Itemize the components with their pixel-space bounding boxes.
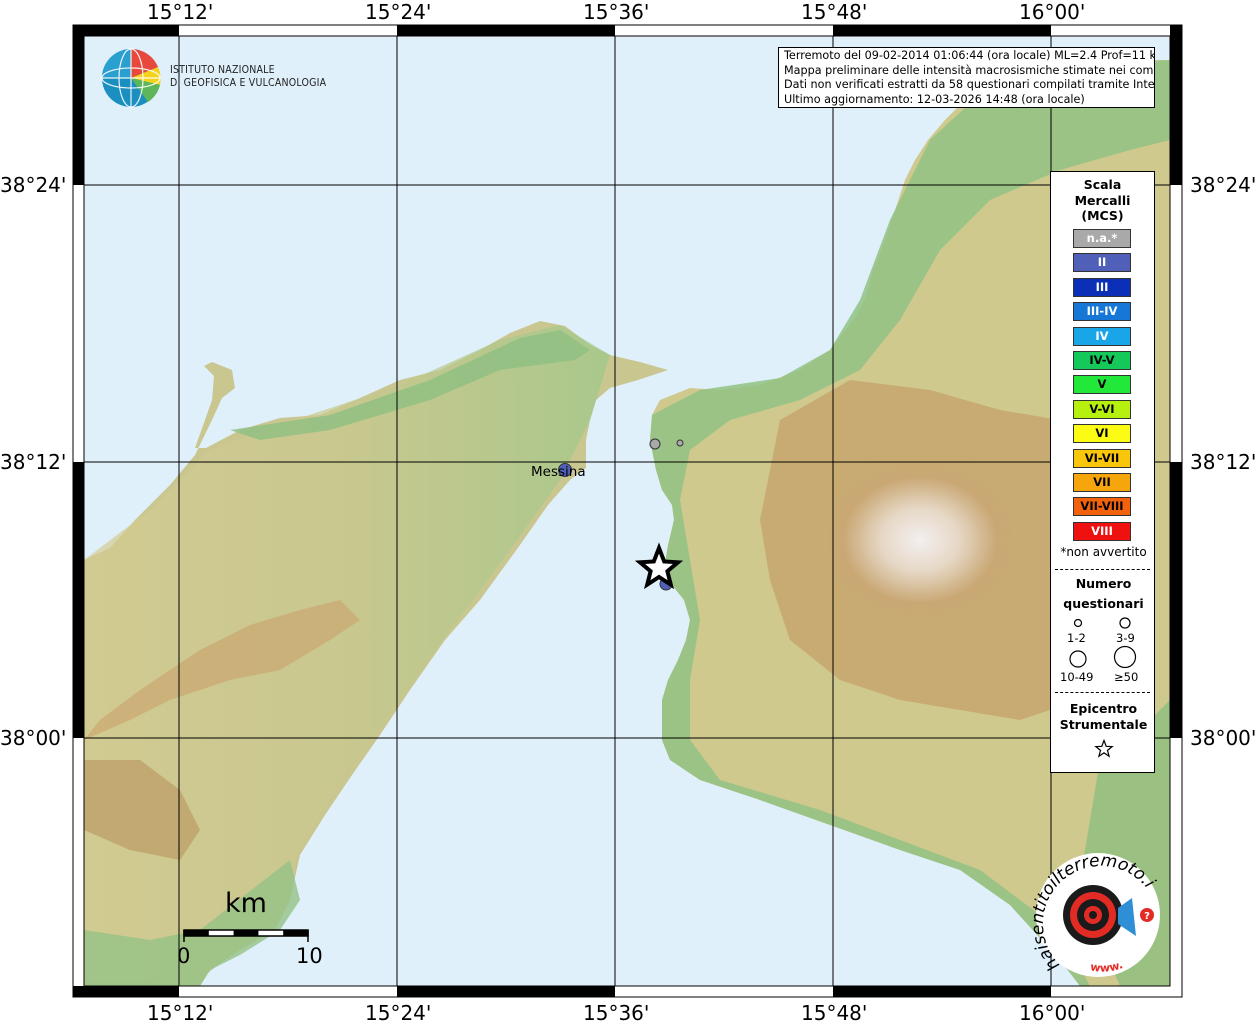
city-label-messina: Messina bbox=[531, 464, 586, 480]
size-label-2: 3-9 bbox=[1116, 631, 1135, 645]
legend-intensity-item: III-IV bbox=[1073, 302, 1131, 322]
scale-max-label: 10 bbox=[296, 944, 323, 968]
legend-epicenter-title: Epicentro Strumentale bbox=[1051, 701, 1156, 733]
tick-left-1: 38°24' bbox=[0, 173, 67, 197]
event-info-line3: Dati non verificati estratti da 58 quest… bbox=[784, 78, 1155, 92]
legend-epicenter-title-line2: Strumentale bbox=[1059, 717, 1148, 732]
legend-intensity-item: n.a.* bbox=[1073, 229, 1131, 248]
event-info-box: Terremoto del 09-02-2014 01:06:44 (ora l… bbox=[778, 47, 1155, 108]
legend-intensity-item: V-VI bbox=[1073, 399, 1131, 419]
legend-count-title: Numero questionari bbox=[1051, 574, 1156, 614]
tick-bottom-1: 15°12' bbox=[147, 1001, 214, 1025]
size-symbol-4 bbox=[1113, 645, 1137, 669]
legend-intensity-item: VIII bbox=[1073, 521, 1131, 541]
tick-bottom-5: 16°00' bbox=[1019, 1001, 1086, 1025]
event-info-line4: Ultimo aggiornamento: 12-03-2026 14:48 (… bbox=[784, 92, 1085, 106]
legend-intensity-item: IV-V bbox=[1073, 351, 1131, 370]
tick-left-3: 38°00' bbox=[0, 726, 67, 750]
size-symbol-2 bbox=[1119, 617, 1131, 629]
size-label-4: ≥50 bbox=[1114, 670, 1139, 684]
tick-top-4: 15°48' bbox=[801, 0, 868, 24]
size-label-3: 10-49 bbox=[1060, 670, 1094, 684]
legend-intensity-item: VI-VII bbox=[1073, 448, 1131, 468]
legend-title-line2: Mercalli bbox=[1074, 192, 1131, 208]
legend-count-title-line2: questionari bbox=[1063, 596, 1144, 611]
tick-right-3: 38°00' bbox=[1190, 726, 1255, 750]
legend-intensity-item: VII-VIII bbox=[1073, 497, 1131, 517]
ingv-logo-line2: DI GEOFISICA E VULCANOLOGIA bbox=[170, 77, 327, 89]
tick-bottom-2: 15°24' bbox=[365, 1001, 432, 1025]
ingv-logo: ISTITUTO NAZIONALE DI GEOFISICA E VULCAN… bbox=[100, 48, 330, 108]
size-symbol-1 bbox=[1073, 618, 1083, 628]
haisentito-badge-www: www. bbox=[1089, 958, 1124, 974]
scale-min-label: 0 bbox=[177, 944, 191, 968]
tick-top-2: 15°24' bbox=[365, 0, 432, 24]
haisentito-badge-text: haisentitoilterremoto.it bbox=[1030, 850, 1159, 975]
legend-star-icon bbox=[1094, 739, 1114, 758]
legend-divider-1 bbox=[1055, 569, 1150, 570]
tick-right-2: 38°12' bbox=[1190, 450, 1255, 474]
tick-bottom-3: 15°36' bbox=[583, 1001, 650, 1025]
legend-note: *non avvertito bbox=[1060, 545, 1147, 559]
legend-panel: Scala Mercalli (MCS) n.a.* II III III-IV IV I… bbox=[1050, 171, 1155, 773]
legend-intensity-item: II bbox=[1073, 253, 1131, 273]
event-info-line2: Mappa preliminare delle intensità macros… bbox=[784, 63, 1155, 77]
legend-title-line1: Scala bbox=[1083, 177, 1122, 192]
ingv-logo-text: ISTITUTO NAZIONALE DI GEOFISICA E VULCAN… bbox=[170, 64, 326, 90]
tick-bottom-4: 15°48' bbox=[801, 1001, 868, 1025]
tick-left-2: 38°12' bbox=[0, 450, 67, 474]
legend-title: Scala Mercalli (MCS) bbox=[1051, 177, 1154, 224]
size-label-1: 1-2 bbox=[1067, 631, 1086, 645]
haisentito-badge: haisentitoilterremoto.it www. bbox=[1030, 850, 1159, 975]
event-info-line1: Terremoto del 09-02-2014 01:06:44 (ora l… bbox=[784, 49, 1155, 62]
legend-intensity-item: VI bbox=[1073, 424, 1131, 444]
legend-intensity-item: V bbox=[1073, 375, 1131, 395]
relief-peak bbox=[810, 450, 1030, 630]
tick-top-3: 15°36' bbox=[583, 0, 650, 24]
intensity-marker-na-small[interactable] bbox=[676, 439, 684, 447]
tick-right-1: 38°24' bbox=[1190, 173, 1255, 197]
legend-intensity-item: III bbox=[1073, 277, 1131, 297]
intensity-marker-na[interactable] bbox=[649, 438, 661, 450]
size-symbol-3 bbox=[1069, 650, 1087, 668]
legend-epicenter-title-line1: Epicentro bbox=[1069, 701, 1138, 716]
tick-top-5: 16°00' bbox=[1019, 0, 1086, 24]
legend-divider-2 bbox=[1055, 692, 1150, 693]
tick-top-1: 15°12' bbox=[147, 0, 214, 24]
legend-intensity-item: IV bbox=[1073, 326, 1131, 346]
legend-title-line3: (MCS) bbox=[1081, 208, 1124, 223]
legend-intensity-item: VII bbox=[1073, 473, 1131, 492]
legend-count-title-line1: Numero bbox=[1075, 576, 1132, 591]
ingv-logo-line1: ISTITUTO NAZIONALE bbox=[170, 64, 275, 76]
scale-unit-label: km bbox=[225, 888, 267, 919]
